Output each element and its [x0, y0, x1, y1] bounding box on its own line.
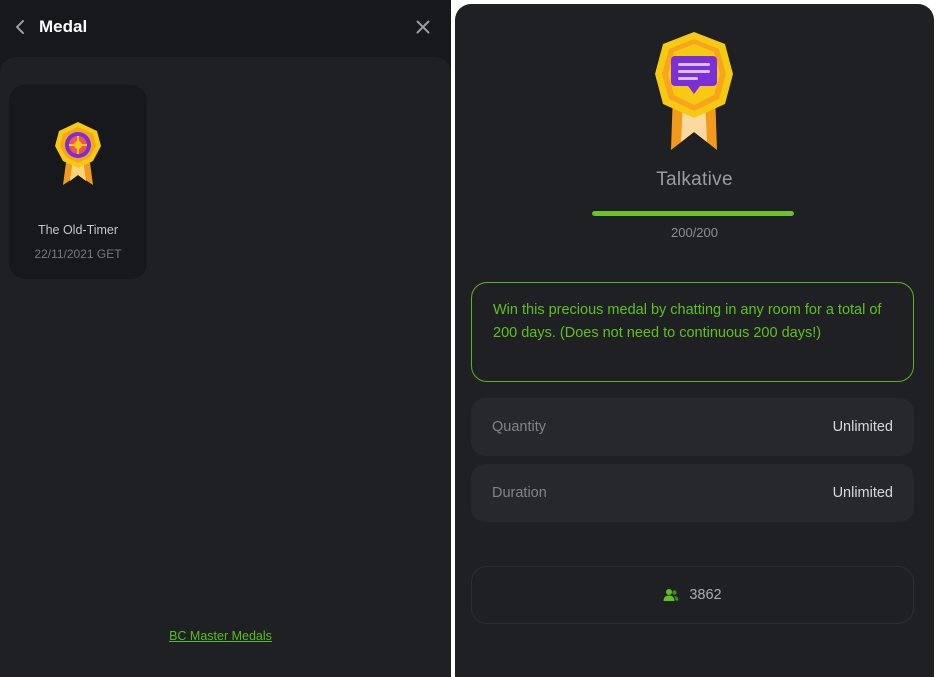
medal-date: 22/11/2021 GET [34, 247, 122, 261]
close-button[interactable] [413, 17, 433, 37]
old-timer-medal-icon [55, 122, 101, 185]
panel-header: Medal [0, 0, 451, 56]
medal-title: Talkative [656, 169, 733, 190]
talkative-medal-icon [655, 32, 733, 150]
medal-grid: The Old-Timer 22/11/2021 GET BC Master M… [0, 57, 451, 677]
bc-master-medals-link[interactable]: BC Master Medals [0, 629, 441, 643]
medal-name: The Old-Timer [37, 223, 119, 237]
progress-text: 200/200 [671, 225, 718, 240]
medal-detail-panel: Talkative 200/200 Win this precious meda… [455, 4, 934, 677]
quantity-row: Quantity Unlimited [471, 398, 914, 456]
medal-list-panel: Medal The Old-Timer 22/11/2021 GET BC Ma… [0, 0, 451, 677]
users-icon [663, 589, 679, 601]
holders-count: 3862 [689, 587, 722, 603]
quantity-label: Quantity [492, 419, 546, 435]
progress-bar [592, 211, 794, 216]
back-button[interactable] [10, 16, 30, 38]
quantity-value: Unlimited [832, 419, 893, 435]
duration-label: Duration [492, 485, 547, 501]
progress-fill [592, 211, 794, 216]
medal-description: Win this precious medal by chatting in a… [471, 282, 914, 382]
close-icon [416, 20, 430, 34]
duration-row: Duration Unlimited [471, 464, 914, 522]
medal-card-old-timer[interactable]: The Old-Timer 22/11/2021 GET [9, 85, 147, 279]
duration-value: Unlimited [832, 485, 893, 501]
page-title: Medal [39, 17, 88, 36]
chevron-left-icon [16, 20, 24, 34]
holders-button[interactable]: 3862 [471, 566, 914, 624]
